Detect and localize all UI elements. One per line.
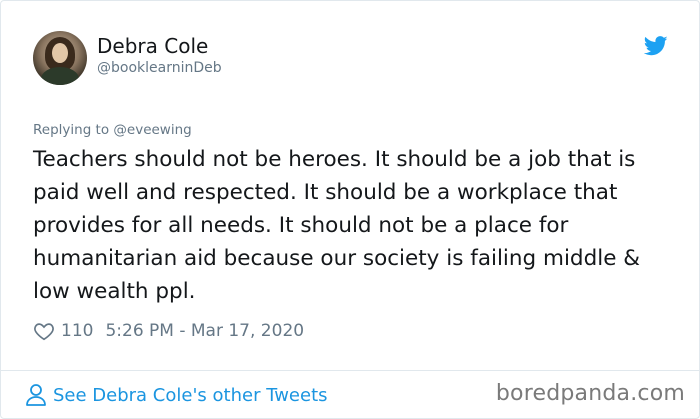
watermark: boredpanda.com: [495, 381, 685, 406]
avatar-face: [52, 43, 68, 63]
author-name[interactable]: Debra Cole: [97, 34, 208, 58]
avatar[interactable]: [33, 31, 87, 85]
replying-to[interactable]: Replying to @eveewing: [33, 122, 192, 138]
like-count: 110: [61, 321, 94, 341]
twitter-bird-icon[interactable]: [644, 36, 668, 56]
heart-icon[interactable]: [33, 320, 55, 342]
tweet-card: Debra Cole @booklearninDeb Replying to @…: [0, 0, 700, 419]
see-other-tweets-label[interactable]: See Debra Cole's other Tweets: [53, 385, 328, 406]
person-icon: [26, 384, 46, 406]
avatar-body: [41, 67, 79, 85]
timestamp[interactable]: 5:26 PM - Mar 17, 2020: [105, 321, 304, 341]
see-other-tweets-link[interactable]: See Debra Cole's other Tweets: [25, 381, 328, 409]
divider: [1, 370, 700, 371]
author-handle[interactable]: @booklearninDeb: [97, 60, 222, 76]
tweet-meta: 110 5:26 PM - Mar 17, 2020: [33, 318, 304, 344]
tweet-text: Teachers should not be heroes. It should…: [33, 147, 641, 304]
